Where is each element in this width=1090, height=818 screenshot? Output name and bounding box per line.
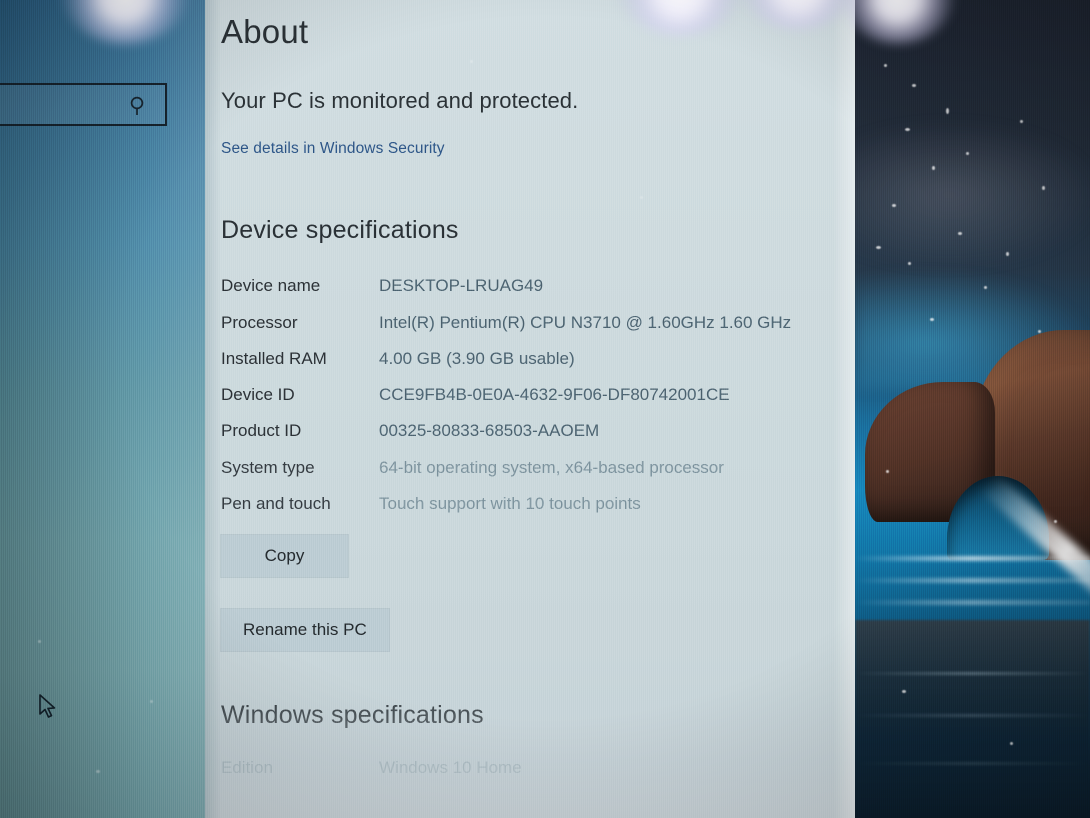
table-row: Pen and touch Touch support with 10 touc… xyxy=(221,493,821,529)
protection-status-text: Your PC is monitored and protected. xyxy=(221,88,579,114)
water-reflection xyxy=(855,620,1090,818)
spec-label: Edition xyxy=(221,758,273,778)
settings-about-panel: About Your PC is monitored and protected… xyxy=(205,0,855,818)
wallpaper-sea-arch-image xyxy=(855,0,1090,818)
table-row: Edition Windows 10 Home xyxy=(221,758,841,778)
spec-label: Pen and touch xyxy=(221,493,331,513)
spec-label: Processor xyxy=(221,312,298,332)
photographed-laptop-screen: About Your PC is monitored and protected… xyxy=(0,0,1090,818)
device-specifications-table: Device name DESKTOP-LRUAG49 Processor In… xyxy=(221,275,821,529)
rock-arch xyxy=(855,330,1090,630)
spec-value: 64-bit operating system, x64-based proce… xyxy=(379,457,724,477)
page-title: About xyxy=(221,13,309,50)
spec-label: Device name xyxy=(221,276,321,296)
table-row: Device name DESKTOP-LRUAG49 xyxy=(221,275,821,311)
spec-value: 00325-80833-68503-AAOEM xyxy=(379,421,600,441)
copy-button[interactable]: Copy xyxy=(221,535,348,578)
spec-label: Product ID xyxy=(221,421,302,441)
table-row: System type 64-bit operating system, x64… xyxy=(221,457,821,493)
spec-value: Intel(R) Pentium(R) CPU N3710 @ 1.60GHz … xyxy=(379,312,792,332)
spec-label: Installed RAM xyxy=(221,348,327,368)
table-row: Product ID 00325-80833-68503-AAOEM xyxy=(221,420,821,456)
spec-value: DESKTOP-LRUAG49 xyxy=(379,276,544,296)
spec-value: 4.00 GB (3.90 GB usable) xyxy=(379,348,575,368)
spec-value: CCE9FB4B-0E0A-4632-9F06-DF80742001CE xyxy=(379,385,730,405)
windows-specifications-heading: Windows specifications xyxy=(221,701,484,730)
device-specifications-heading: Device specifications xyxy=(221,216,459,245)
taskbar-search-input[interactable] xyxy=(0,83,167,126)
search-icon xyxy=(127,94,151,118)
spec-value: Touch support with 10 touch points xyxy=(379,493,641,513)
table-row: Installed RAM 4.00 GB (3.90 GB usable) xyxy=(221,348,821,384)
windows-security-link[interactable]: See details in Windows Security xyxy=(221,140,445,158)
table-row: Device ID CCE9FB4B-0E0A-4632-9F06-DF8074… xyxy=(221,384,821,420)
spec-label: Device ID xyxy=(221,385,295,405)
spec-value: Windows 10 Home xyxy=(379,758,522,778)
rename-this-pc-button[interactable]: Rename this PC xyxy=(221,609,389,652)
mouse-pointer-icon xyxy=(38,694,60,722)
spec-label: System type xyxy=(221,457,315,477)
table-row: Processor Intel(R) Pentium(R) CPU N3710 … xyxy=(221,312,821,348)
